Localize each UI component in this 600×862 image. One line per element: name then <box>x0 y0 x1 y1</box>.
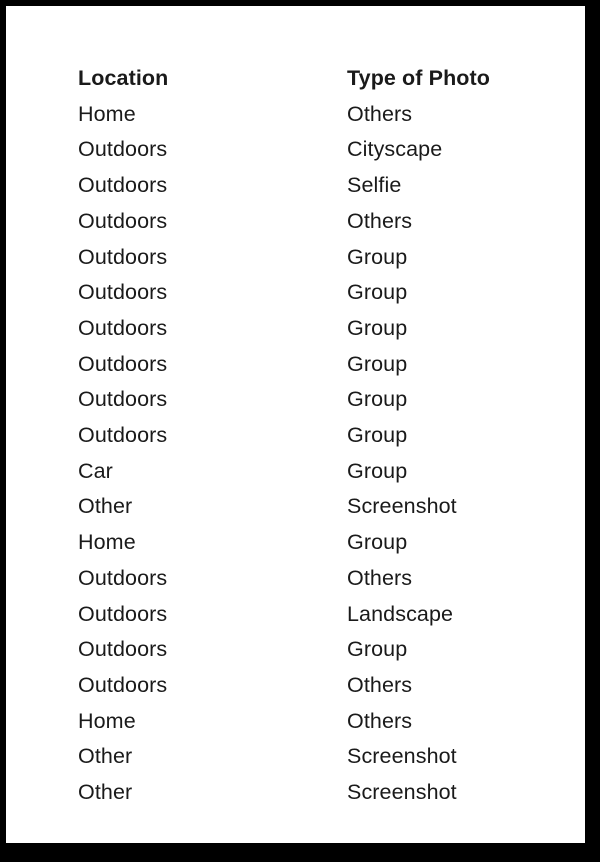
cell-type-of-photo: Selfie <box>347 173 402 198</box>
cell-type-of-photo: Cityscape <box>347 137 443 162</box>
cell-location: Outdoors <box>78 173 168 198</box>
table-header: Location Type of Photo <box>78 61 538 97</box>
table-row: Outdoors Others <box>78 668 538 704</box>
cell-type-of-photo: Group <box>347 351 408 376</box>
cell-type-of-photo: Group <box>347 423 408 448</box>
cell-type-of-photo: Group <box>347 280 408 305</box>
table-row: Car Group <box>78 454 538 490</box>
scanned-page-frame: Location Type of Photo Home Others Outdoor… <box>0 0 600 862</box>
cell-type-of-photo: Others <box>347 708 413 733</box>
table-row: Outdoors Group <box>78 632 538 668</box>
table-row: Outdoors Group <box>78 311 538 347</box>
page-sheet: Location Type of Photo Home Others Outdoor… <box>6 6 585 843</box>
cell-location: Car <box>78 458 113 483</box>
table-row: Outdoors Cityscape <box>78 132 538 168</box>
cell-type-of-photo: Group <box>347 315 408 340</box>
cell-location: Other <box>78 780 133 805</box>
table-row: Home Group <box>78 525 538 561</box>
cell-type-of-photo: Landscape <box>347 601 454 626</box>
table-row: Outdoors Landscape <box>78 597 538 633</box>
table-row: Outdoors Group <box>78 418 538 454</box>
cell-location: Outdoors <box>78 423 168 448</box>
cell-location: Outdoors <box>78 244 168 269</box>
table-body: Home Others Outdoors Cityscape Outdoors Selfi… <box>78 97 538 811</box>
cell-location: Home <box>78 708 136 733</box>
table-row: Outdoors Group <box>78 382 538 418</box>
cell-type-of-photo: Group <box>347 458 408 483</box>
cell-location: Outdoors <box>78 601 168 626</box>
cell-location: Outdoors <box>78 637 168 662</box>
table-row: Home Others <box>78 97 538 133</box>
table-row: Other Screenshot <box>78 775 538 811</box>
cell-type-of-photo: Others <box>347 208 413 233</box>
cell-type-of-photo: Group <box>347 637 408 662</box>
cell-location: Outdoors <box>78 315 168 340</box>
cell-location: Home <box>78 530 136 555</box>
cell-location: Outdoors <box>78 565 168 590</box>
cell-location: Outdoors <box>78 351 168 376</box>
column-header-location: Location <box>78 66 169 90</box>
cell-type-of-photo: Screenshot <box>347 494 457 519</box>
cell-type-of-photo: Group <box>347 530 408 555</box>
cell-location: Outdoors <box>78 672 168 697</box>
table-row: Outdoors Group <box>78 240 538 276</box>
cell-type-of-photo: Others <box>347 565 413 590</box>
table-row: Home Others <box>78 704 538 740</box>
cell-location: Outdoors <box>78 280 168 305</box>
cell-location: Outdoors <box>78 137 168 162</box>
table-row: Outdoors Group <box>78 347 538 383</box>
table-row: Other Screenshot <box>78 739 538 775</box>
cell-type-of-photo: Others <box>347 101 413 126</box>
table-row: Other Screenshot <box>78 489 538 525</box>
cell-type-of-photo: Screenshot <box>347 744 457 769</box>
column-header-type-of-photo: Type of Photo <box>347 66 491 90</box>
table-row: Outdoors Others <box>78 561 538 597</box>
table-row: Outdoors Group <box>78 275 538 311</box>
table-header-row: Location Type of Photo <box>78 61 538 97</box>
cell-type-of-photo: Group <box>347 244 408 269</box>
photo-metadata-table: Location Type of Photo Home Others Outdoor… <box>78 61 538 811</box>
cell-location: Home <box>78 101 136 126</box>
cell-type-of-photo: Group <box>347 387 408 412</box>
table-row: Outdoors Others <box>78 204 538 240</box>
cell-location: Other <box>78 494 133 519</box>
cell-location: Outdoors <box>78 387 168 412</box>
cell-location: Outdoors <box>78 208 168 233</box>
cell-type-of-photo: Screenshot <box>347 780 457 805</box>
cell-type-of-photo: Others <box>347 672 413 697</box>
cell-location: Other <box>78 744 133 769</box>
table-row: Outdoors Selfie <box>78 168 538 204</box>
